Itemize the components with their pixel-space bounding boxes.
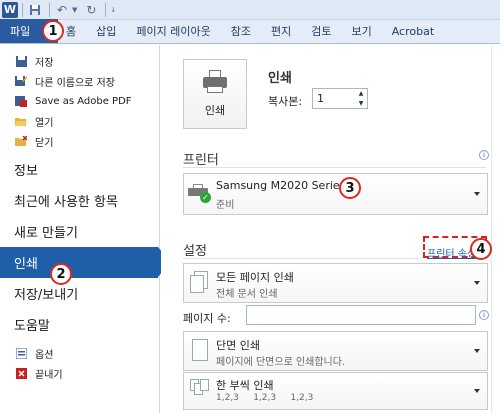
printer-section-title: 프린터 [183,153,219,168]
print-range-subtitle: 전체 문서 인쇄 [216,289,278,300]
tab-references[interactable]: 참조 [221,19,261,43]
nav-save-as[interactable]: 다른 이름으로 저장 [0,71,159,91]
nav-options-label: 옵션 [35,349,54,361]
nav-exit-label: 끝내기 [35,369,63,381]
printer-status: 준비 [216,200,235,211]
pages-input[interactable] [246,305,476,325]
tab-page-layout[interactable]: 페이지 레이아웃 [126,19,220,43]
section-divider [183,258,418,259]
sides-title: 단면 인쇄 [216,339,260,352]
nav-exit[interactable]: 끝내기 [0,363,159,383]
backstage-nav: 저장 다른 이름으로 저장 Save as Adobe PDF 열기 닫기 정보… [0,45,170,413]
print-button[interactable]: 인쇄 [183,59,247,129]
settings-section-title: 설정 [183,244,207,259]
nav-save[interactable]: 저장 [0,51,159,71]
section-divider [183,167,486,168]
nav-options[interactable]: 옵션 [0,343,159,363]
print-range-title: 모든 페이지 인쇄 [216,271,294,284]
info-icon[interactable]: i [479,310,489,320]
nav-save-as-pdf-label: Save as Adobe PDF [35,95,132,107]
open-folder-icon [14,114,28,128]
collate-subtitle: 1,2,3 1,2,3 1,2,3 [216,393,314,403]
chevron-down-icon [474,389,480,393]
toolbar-divider [105,2,107,17]
print-range-dropdown[interactable]: 모든 페이지 인쇄 전체 문서 인쇄 [183,263,488,303]
callout-badge-4: 4 [470,238,492,260]
save-icon[interactable] [27,2,43,18]
pane-divider [491,45,492,413]
quick-access-toolbar: W ↶ ▼ ↻ ↓ [0,0,500,20]
nav-open-label: 열기 [35,117,54,129]
spin-down-icon[interactable]: ▼ [359,100,364,107]
nav-info[interactable]: 정보 [0,154,159,185]
print-pane: 인쇄 인쇄 복사본: 1 ▲ ▼ 프린터 i ✓ Samsung M2020 Se… [161,45,500,413]
nav-open[interactable]: 열기 [0,111,159,131]
nav-recent[interactable]: 최근에 사용한 항목 [0,185,159,216]
sides-dropdown[interactable]: 단면 인쇄 페이지에 단면으로 인쇄합니다. [183,331,488,371]
save-as-icon [14,74,28,88]
chevron-down-icon [474,192,480,196]
chevron-down-icon [474,349,480,353]
callout-badge-2: 2 [50,263,72,285]
callout-badge-3: 3 [339,177,361,199]
save-icon [14,54,28,68]
toolbar-divider [22,2,23,17]
nav-help[interactable]: 도움말 [0,309,159,340]
printer-properties-link[interactable]: 프린터 속성 [427,245,476,260]
printer-name: Samsung M2020 Series [216,179,346,192]
all-pages-icon [190,271,210,295]
collate-icon [190,379,210,403]
chevron-down-icon [474,281,480,285]
options-icon [14,346,28,360]
one-sided-icon [190,339,210,363]
sides-subtitle: 페이지에 단면으로 인쇄합니다. [216,357,346,368]
toolbar-divider [49,2,50,17]
print-button-label: 인쇄 [204,104,226,117]
collate-title: 한 부씩 인쇄 [216,379,274,392]
nav-save-as-label: 다른 이름으로 저장 [35,77,115,89]
close-folder-icon [14,134,28,148]
exit-icon [14,366,28,380]
nav-save-label: 저장 [35,57,54,69]
pages-label: 페이지 수: [183,312,231,325]
printer-dropdown[interactable]: ✓ Samsung M2020 Series 준비 [183,173,488,215]
print-heading: 인쇄 [268,71,292,86]
info-icon[interactable]: i [479,150,489,160]
tab-acrobat[interactable]: Acrobat [382,19,444,43]
ribbon-tabs: 파일 홈 삽입 페이지 레이아웃 참조 편지 검토 보기 Acrobat [0,19,500,44]
pdf-icon [14,94,28,108]
copies-label: 복사본: [268,95,303,108]
undo-icon[interactable]: ↶ [54,2,70,18]
printer-icon [201,70,229,94]
collate-dropdown[interactable]: 한 부씩 인쇄 1,2,3 1,2,3 1,2,3 [183,372,488,410]
undo-dropdown-icon[interactable]: ▼ [72,6,77,14]
copies-stepper[interactable]: 1 ▲ ▼ [312,88,368,109]
nav-close-label: 닫기 [35,137,54,149]
word-logo-icon[interactable]: W [2,1,18,18]
nav-new[interactable]: 새로 만들기 [0,216,159,247]
tab-review[interactable]: 검토 [301,19,341,43]
nav-close[interactable]: 닫기 [0,131,159,151]
tab-mailings[interactable]: 편지 [261,19,301,43]
nav-save-send[interactable]: 저장/보내기 [0,278,159,309]
nav-print[interactable]: 인쇄 [0,247,170,278]
spin-up-icon[interactable]: ▲ [359,90,364,97]
redo-icon[interactable]: ↻ [83,2,99,18]
customize-toolbar-icon[interactable]: ↓ [110,6,116,14]
copies-value: 1 [317,92,324,105]
nav-save-as-pdf[interactable]: Save as Adobe PDF [0,91,159,111]
tab-view[interactable]: 보기 [341,19,381,43]
tab-insert[interactable]: 삽입 [86,19,126,43]
callout-badge-1: 1 [42,20,64,42]
printer-ready-icon: ✓ [188,184,212,203]
